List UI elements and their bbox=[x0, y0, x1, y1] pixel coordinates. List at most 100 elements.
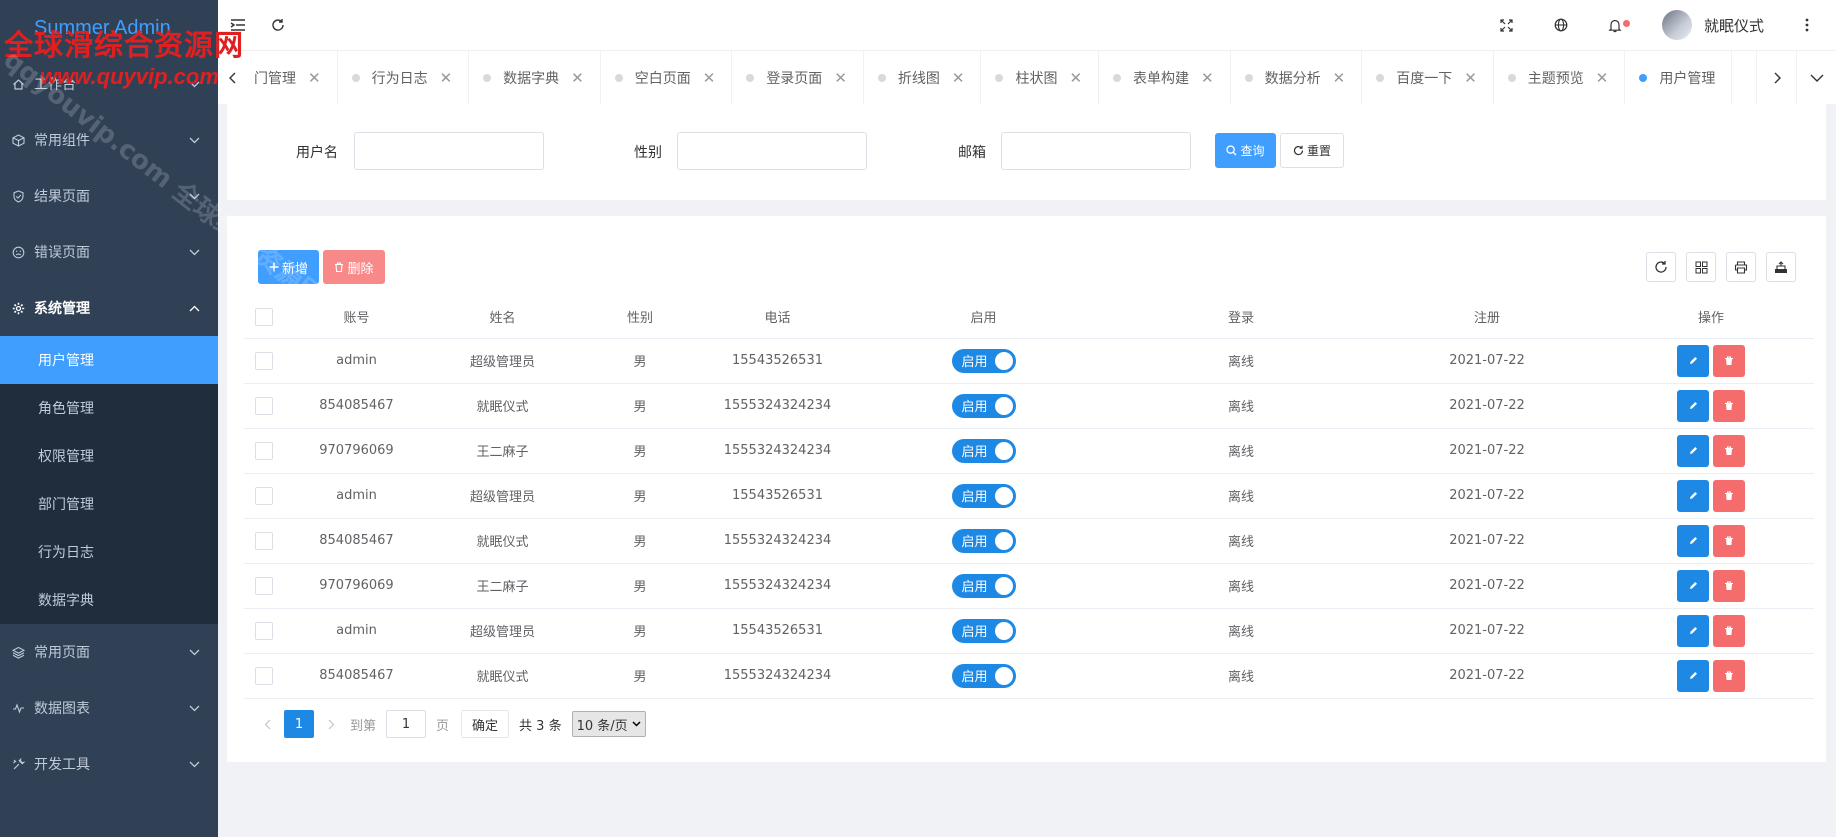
enabled-switch[interactable]: 启用 bbox=[951, 573, 1016, 598]
tab[interactable]: 表单构建 ✕ bbox=[1099, 50, 1231, 105]
tab[interactable]: 空白页面 ✕ bbox=[601, 50, 733, 105]
edit-button[interactable] bbox=[1677, 434, 1709, 467]
enabled-switch[interactable]: 启用 bbox=[951, 348, 1016, 373]
row-checkbox[interactable] bbox=[255, 531, 273, 550]
tab[interactable]: 百度一下 ✕ bbox=[1362, 50, 1494, 105]
table-refresh-button[interactable] bbox=[1646, 252, 1676, 282]
reset-button[interactable]: 重置 bbox=[1280, 133, 1344, 168]
row-checkbox[interactable] bbox=[255, 351, 273, 370]
column-header[interactable]: 姓名 bbox=[429, 296, 576, 339]
column-filter-button[interactable] bbox=[1686, 252, 1716, 282]
column-header[interactable]: 注册 bbox=[1366, 296, 1608, 339]
edit-button[interactable] bbox=[1677, 569, 1709, 602]
next-page-icon[interactable] bbox=[318, 710, 344, 738]
enabled-switch[interactable]: 启用 bbox=[951, 528, 1016, 553]
delete-button[interactable]: 删除 bbox=[323, 250, 385, 284]
enabled-switch[interactable]: 启用 bbox=[951, 438, 1016, 463]
query-button[interactable]: 查询 bbox=[1215, 133, 1276, 168]
edit-button[interactable] bbox=[1677, 524, 1709, 557]
tab-menu-dropdown-icon[interactable] bbox=[1796, 50, 1836, 105]
close-icon[interactable]: ✕ bbox=[440, 69, 453, 87]
submenu-item[interactable]: 行为日志 bbox=[0, 528, 218, 576]
tab[interactable]: 数据分析 ✕ bbox=[1231, 50, 1363, 105]
globe-icon[interactable] bbox=[1534, 0, 1588, 50]
close-icon[interactable]: ✕ bbox=[1069, 69, 1082, 87]
sidebar-item[interactable]: 数据图表 bbox=[0, 680, 218, 736]
app-logo[interactable]: Summer Admin bbox=[0, 0, 218, 56]
tab[interactable]: 门管理 ✕ bbox=[248, 50, 338, 105]
submenu-item[interactable]: 权限管理 bbox=[0, 432, 218, 480]
close-icon[interactable]: ✕ bbox=[1201, 69, 1214, 87]
refresh-icon[interactable] bbox=[258, 0, 298, 50]
table-row[interactable]: admin 超级管理员男 15543526531 启用 离线 2021-07-22 bbox=[244, 338, 1814, 384]
prev-page-icon[interactable] bbox=[254, 710, 280, 738]
delete-row-button[interactable] bbox=[1713, 614, 1745, 647]
edit-button[interactable] bbox=[1677, 344, 1709, 377]
enabled-switch[interactable]: 启用 bbox=[951, 663, 1016, 688]
edit-button[interactable] bbox=[1677, 659, 1709, 692]
gender-input[interactable] bbox=[677, 132, 867, 170]
tab[interactable]: 用户管理 bbox=[1625, 50, 1733, 105]
row-checkbox[interactable] bbox=[255, 441, 273, 460]
row-checkbox[interactable] bbox=[255, 486, 273, 505]
edit-button[interactable] bbox=[1677, 479, 1709, 512]
column-header[interactable]: 性别 bbox=[576, 296, 704, 339]
table-row[interactable]: admin 超级管理员男 15543526531 启用 离线 2021-07-22 bbox=[244, 608, 1814, 654]
submenu-item[interactable]: 部门管理 bbox=[0, 480, 218, 528]
tab[interactable]: 登录页面 ✕ bbox=[732, 50, 864, 105]
delete-row-button[interactable] bbox=[1713, 479, 1745, 512]
table-row[interactable]: 970796069 王二麻子男 1555324324234 启用 离线 2021-07-2… bbox=[244, 563, 1814, 609]
submenu-item[interactable]: 数据字典 bbox=[0, 576, 218, 624]
column-header[interactable]: 登录 bbox=[1116, 296, 1366, 339]
row-checkbox[interactable] bbox=[255, 396, 273, 415]
tab[interactable]: 折线图 ✕ bbox=[864, 50, 982, 105]
print-button[interactable] bbox=[1726, 252, 1756, 282]
tab[interactable]: 柱状图 ✕ bbox=[981, 50, 1100, 105]
fullscreen-icon[interactable] bbox=[1480, 0, 1534, 50]
delete-row-button[interactable] bbox=[1713, 659, 1745, 692]
column-header[interactable]: 电话 bbox=[704, 296, 851, 339]
delete-row-button[interactable] bbox=[1713, 434, 1745, 467]
enabled-switch[interactable]: 启用 bbox=[951, 618, 1016, 643]
table-row[interactable]: 970796069 王二麻子男 1555324324234 启用 离线 2021-07-2… bbox=[244, 428, 1814, 474]
close-icon[interactable]: ✕ bbox=[1464, 69, 1477, 87]
user-name[interactable]: 就眠仪式 bbox=[1704, 15, 1764, 36]
table-row[interactable]: admin 超级管理员男 15543526531 启用 离线 2021-07-22 bbox=[244, 473, 1814, 519]
delete-row-button[interactable] bbox=[1713, 344, 1745, 377]
tab-scroll-left-icon[interactable] bbox=[218, 51, 248, 105]
row-checkbox[interactable] bbox=[255, 621, 273, 640]
goto-page-input[interactable]: 1 bbox=[386, 710, 427, 738]
enabled-switch[interactable]: 启用 bbox=[951, 393, 1016, 418]
close-icon[interactable]: ✕ bbox=[952, 69, 965, 87]
tab[interactable]: 主题预览 ✕ bbox=[1494, 50, 1626, 105]
edit-button[interactable] bbox=[1677, 614, 1709, 647]
user-avatar[interactable] bbox=[1661, 10, 1692, 40]
export-button[interactable] bbox=[1766, 252, 1796, 282]
tab[interactable]: 数据字典 ✕ bbox=[469, 50, 601, 105]
enabled-switch[interactable]: 启用 bbox=[951, 483, 1016, 508]
collapse-menu-icon[interactable] bbox=[218, 0, 258, 50]
column-header[interactable]: 启用 bbox=[851, 296, 1116, 339]
close-icon[interactable]: ✕ bbox=[308, 69, 321, 87]
page-size-select[interactable]: 10 条/页 bbox=[571, 711, 646, 737]
table-row[interactable]: 854085467 就眠仪式男 1555324324234 启用 离线 2021-07-2… bbox=[244, 383, 1814, 429]
row-checkbox[interactable] bbox=[255, 666, 273, 685]
delete-row-button[interactable] bbox=[1713, 389, 1745, 422]
submenu-item[interactable]: 用户管理 bbox=[0, 336, 218, 384]
column-header[interactable]: 操作 bbox=[1608, 296, 1814, 339]
close-icon[interactable]: ✕ bbox=[1333, 69, 1346, 87]
tab[interactable]: 行为日志 ✕ bbox=[338, 50, 470, 105]
sidebar-item[interactable]: 开发工具 bbox=[0, 736, 218, 792]
more-vertical-icon[interactable] bbox=[1792, 0, 1822, 50]
delete-row-button[interactable] bbox=[1713, 569, 1745, 602]
close-icon[interactable]: ✕ bbox=[1596, 69, 1609, 87]
notification-bell-icon[interactable] bbox=[1588, 0, 1642, 50]
email-input[interactable] bbox=[1001, 132, 1191, 170]
table-row[interactable]: 854085467 就眠仪式男 1555324324234 启用 离线 2021-07-2… bbox=[244, 518, 1814, 564]
delete-row-button[interactable] bbox=[1713, 524, 1745, 557]
row-checkbox[interactable] bbox=[255, 576, 273, 595]
sidebar-item[interactable]: 错误页面 bbox=[0, 224, 218, 280]
goto-confirm-button[interactable]: 确定 bbox=[461, 710, 510, 738]
submenu-item[interactable]: 角色管理 bbox=[0, 384, 218, 432]
select-all-checkbox[interactable] bbox=[255, 307, 273, 326]
